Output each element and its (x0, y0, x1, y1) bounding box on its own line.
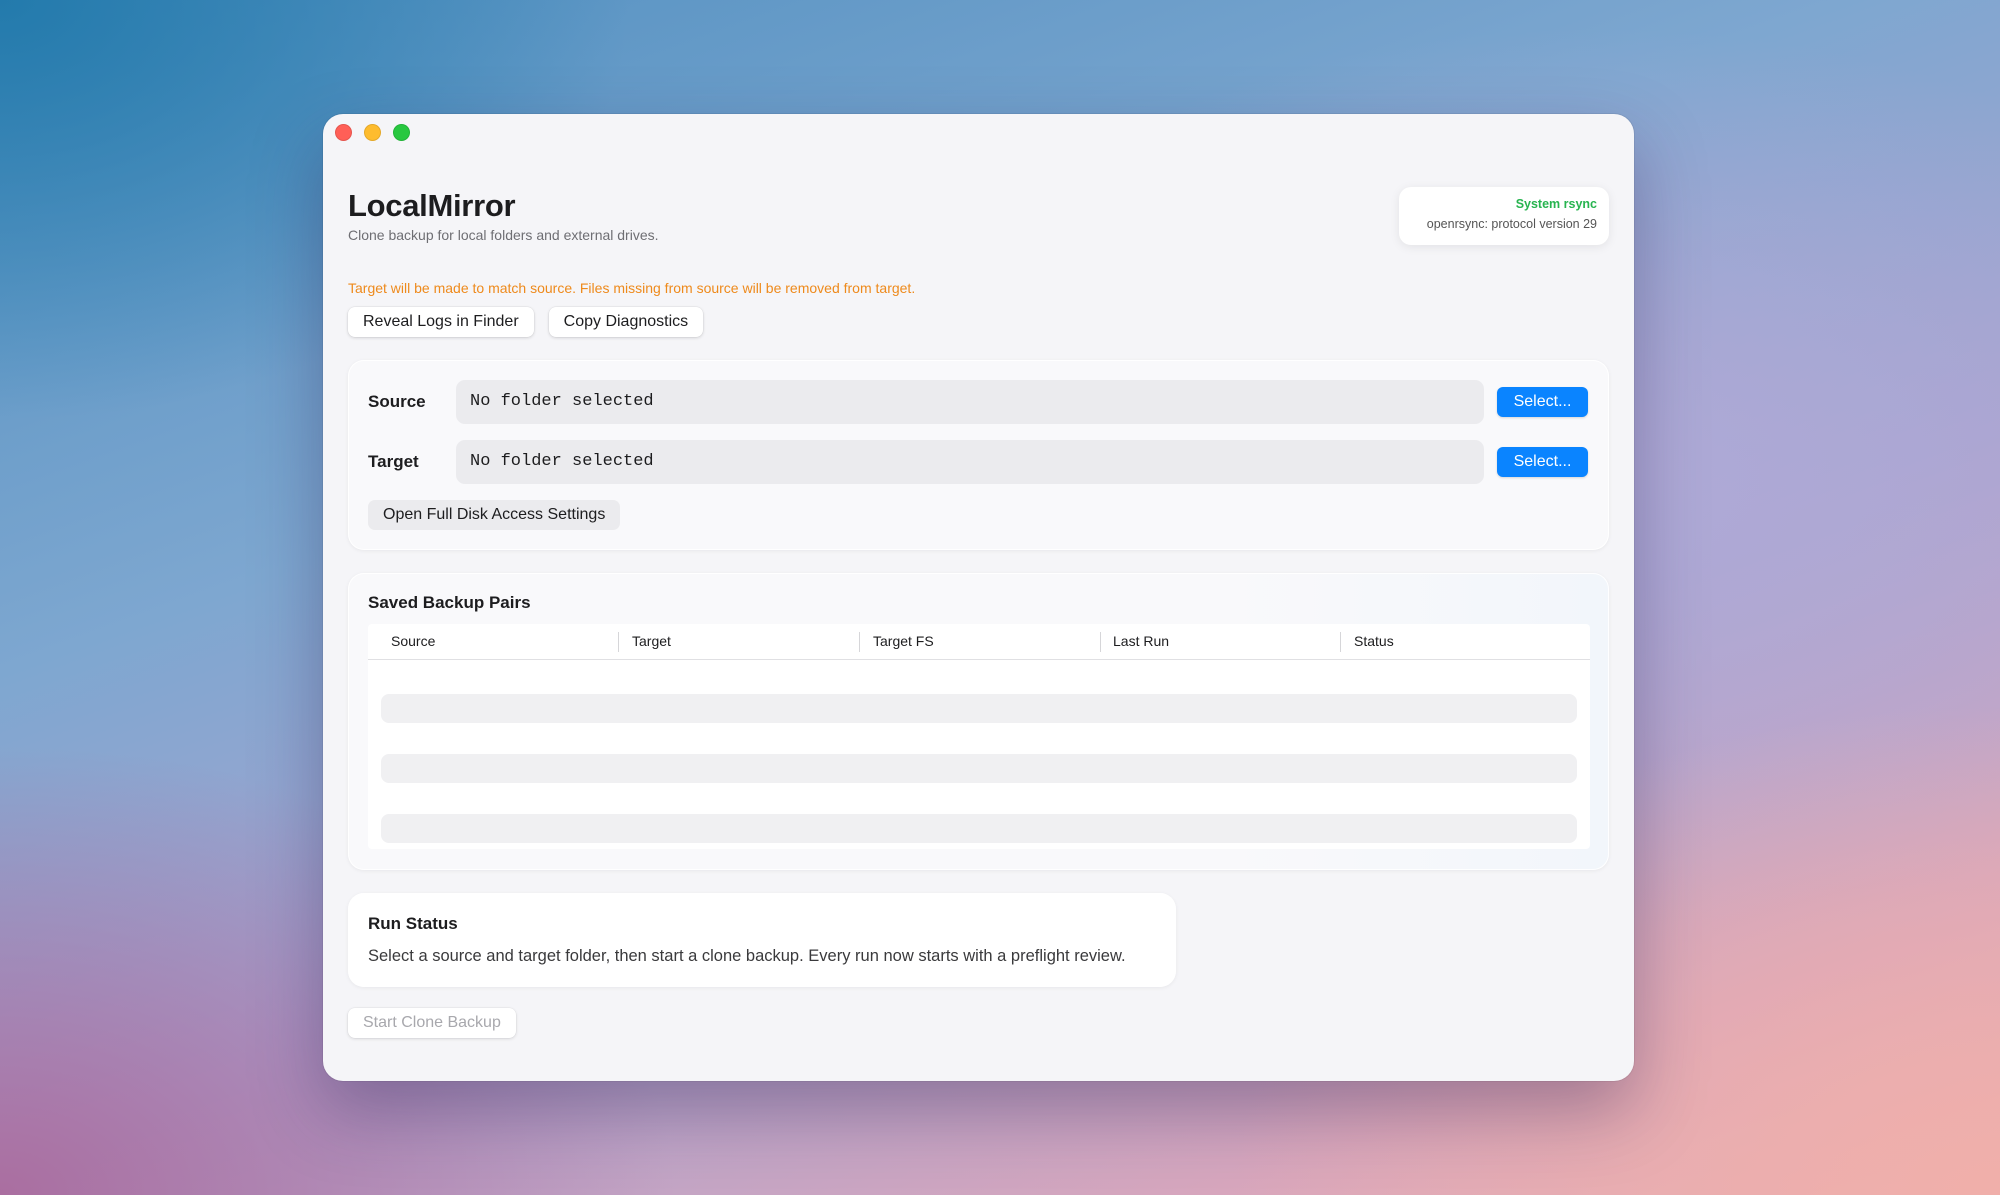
app-subtitle: Clone backup for local folders and exter… (348, 227, 659, 243)
saved-pairs-panel: Saved Backup Pairs Source Target Target … (348, 573, 1609, 870)
column-header-last-run[interactable]: Last Run (1113, 624, 1169, 659)
copy-diagnostics-button[interactable]: Copy Diagnostics (548, 307, 704, 337)
app-window: LocalMirror Clone backup for local folde… (323, 114, 1634, 1081)
select-target-button[interactable]: Select... (1497, 447, 1588, 477)
select-source-button[interactable]: Select... (1497, 387, 1588, 417)
column-header-target-fs[interactable]: Target FS (873, 624, 934, 659)
source-label: Source (368, 392, 426, 411)
target-label: Target (368, 452, 419, 471)
column-divider (1100, 632, 1101, 652)
table-row-placeholder (381, 814, 1577, 843)
app-title: LocalMirror (348, 188, 516, 223)
column-divider (859, 632, 860, 652)
target-path-field: No folder selected (456, 440, 1484, 484)
column-header-target[interactable]: Target (632, 624, 671, 659)
run-status-panel: Run Status Select a source and target fo… (348, 893, 1176, 987)
rsync-info-card: System rsync openrsync: protocol version… (1399, 187, 1609, 245)
run-status-title: Run Status (368, 914, 458, 933)
folder-selection-panel: Source No folder selected Select... Targ… (348, 360, 1609, 550)
mirror-warning: Target will be made to match source. Fil… (348, 280, 916, 296)
toolbar: Reveal Logs in Finder Copy Diagnostics (348, 307, 704, 337)
table-row-placeholder (381, 694, 1577, 723)
column-divider (1340, 632, 1341, 652)
open-full-disk-access-button[interactable]: Open Full Disk Access Settings (368, 500, 621, 530)
source-path-field: No folder selected (456, 380, 1484, 424)
run-status-message: Select a source and target folder, then … (368, 947, 1126, 965)
column-divider (618, 632, 619, 652)
rsync-version: openrsync: protocol version 29 (1426, 217, 1597, 231)
column-header-status[interactable]: Status (1354, 624, 1394, 659)
column-header-source[interactable]: Source (391, 624, 435, 659)
rsync-label: System rsync (1515, 197, 1597, 211)
start-clone-backup-button[interactable]: Start Clone Backup (348, 1008, 516, 1038)
reveal-logs-button[interactable]: Reveal Logs in Finder (348, 307, 534, 337)
minimize-window-button[interactable] (364, 124, 381, 141)
window-controls (335, 124, 410, 141)
table-header: Source Target Target FS Last Run Status (368, 624, 1590, 660)
saved-pairs-title: Saved Backup Pairs (368, 593, 531, 612)
target-row: Target No folder selected Select... (368, 440, 1590, 484)
zoom-window-button[interactable] (393, 124, 410, 141)
saved-pairs-table: Source Target Target FS Last Run Status (368, 624, 1590, 849)
close-window-button[interactable] (335, 124, 352, 141)
table-row-placeholder (381, 754, 1577, 783)
source-row: Source No folder selected Select... (368, 380, 1590, 424)
